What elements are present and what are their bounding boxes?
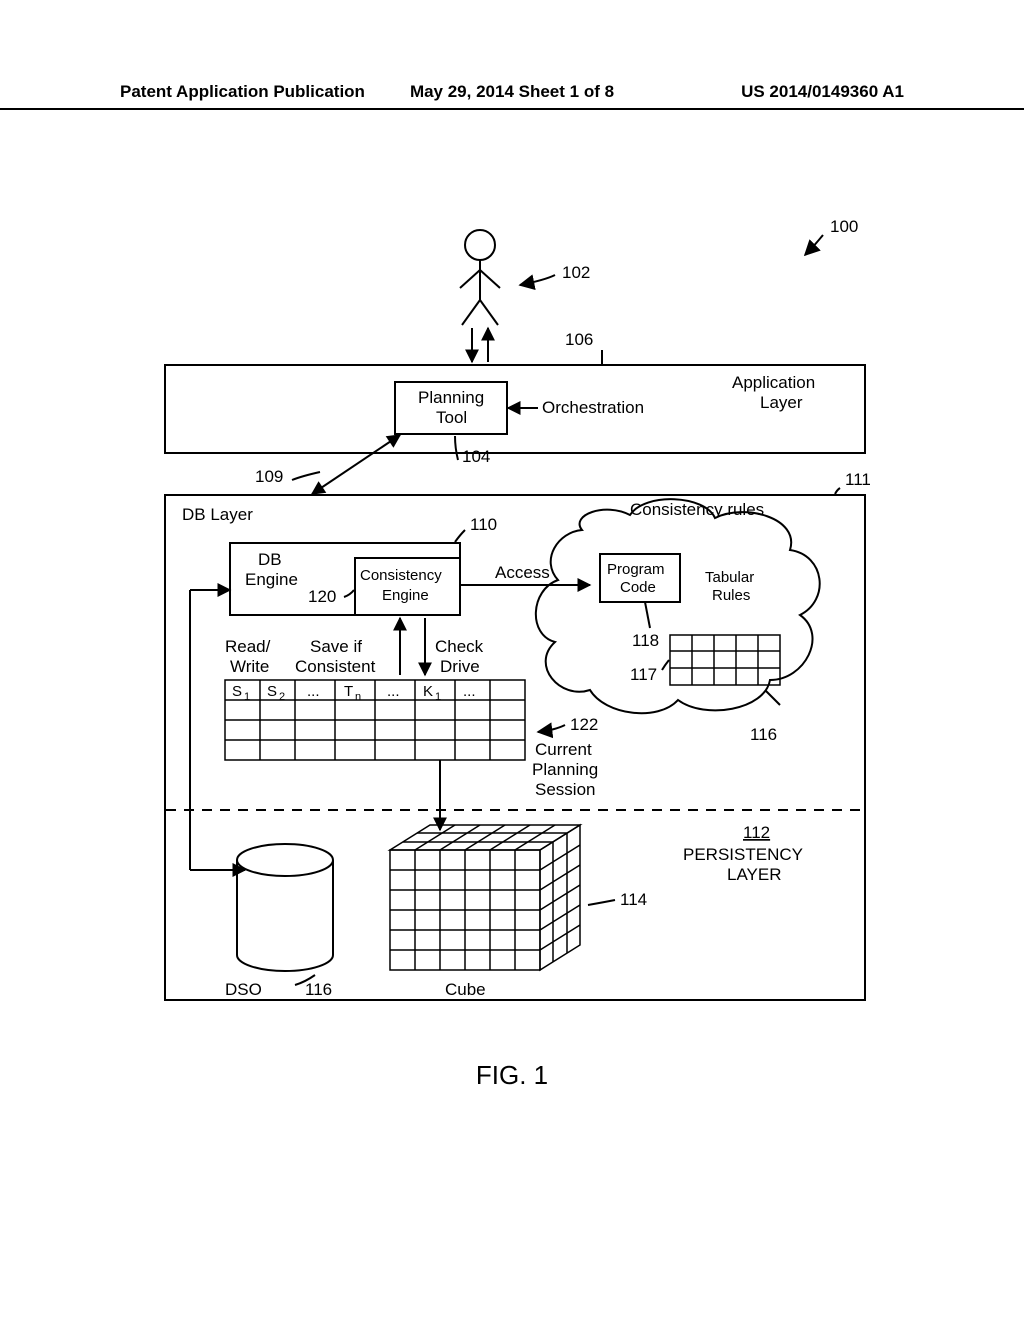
program-code-l2: Code [620,579,656,596]
s2-a: S [267,683,277,700]
header-left: Patent Application Publication [120,82,381,102]
ref-106: 106 [565,330,593,349]
cps-l3: Session [535,780,595,799]
ref-110: 110 [470,515,497,534]
persist-l1: PERSISTENCY [683,845,803,864]
db-engine-l2: Engine [245,570,298,589]
ref-104: 104 [462,447,490,466]
k1-a: K [423,683,433,700]
figure-caption: FIG. 1 [0,1060,1024,1091]
orchestration-label: Orchestration [542,398,644,417]
ref-122: 122 [570,715,598,734]
planning-tool-l2: Tool [436,408,467,427]
ref-120: 120 [308,587,336,606]
readwrite-l1: Read/ [225,637,271,656]
cps-l1: Current [535,740,592,759]
tabular-l2: Rules [712,587,750,604]
ref-116a: 116 [750,725,777,744]
tn-b: n [355,691,361,703]
ref-111: 111 [845,470,871,489]
s1-a: S [232,683,242,700]
check-l1: Check [435,637,484,656]
k1-b: 1 [435,691,441,703]
consistency-engine-l1: Consistency [360,567,442,584]
readwrite-l2: Write [230,657,269,676]
consistency-engine-l2: Engine [382,587,429,604]
ref-118: 118 [632,631,659,650]
db-layer-label: DB Layer [182,505,253,524]
db-engine-l1: DB [258,550,282,569]
persist-l2: LAYER [727,865,782,884]
planning-tool-l1: Planning [418,388,484,407]
dots1: ... [307,683,320,700]
program-code-l1: Program [607,561,665,578]
header-center: May 29, 2014 Sheet 1 of 8 [381,82,642,102]
app-layer-l1: Application [732,373,815,392]
saveif-l2: Consistent [295,657,376,676]
cube-label: Cube [445,980,486,999]
header-right: US 2014/0149360 A1 [643,82,904,102]
dso-label: DSO [225,980,262,999]
figure-svg: 100 102 106 Application Layer Planning [110,210,890,1040]
ref-116b: 116 [305,980,332,999]
dots3: ... [463,683,476,700]
s2-b: 2 [279,691,285,703]
ref-112: 112 [743,823,770,842]
tn-a: T [344,683,353,700]
page-header: Patent Application Publication May 29, 2… [0,82,1024,110]
ref-117: 117 [630,665,657,684]
s1-b: 1 [244,691,250,703]
ref-109: 109 [255,467,283,486]
app-layer-l2: Layer [760,393,803,412]
saveif-l1: Save if [310,637,362,656]
tabular-l1: Tabular [705,569,754,586]
dots2: ... [387,683,400,700]
ref-114: 114 [620,890,647,909]
ref-102: 102 [562,263,590,282]
cps-l2: Planning [532,760,598,779]
access-label: Access [495,563,550,582]
check-l2: Drive [440,657,480,676]
ref-100: 100 [830,217,858,236]
